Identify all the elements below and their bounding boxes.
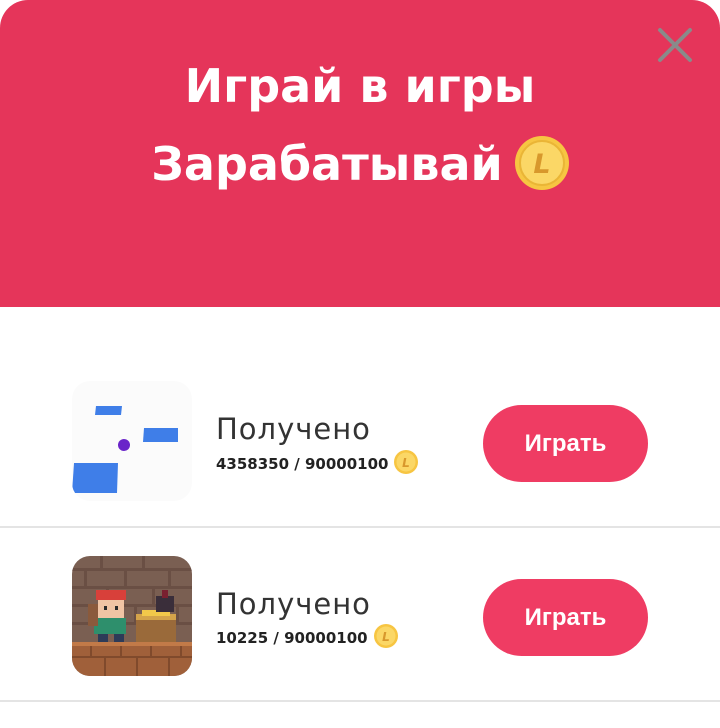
received-label: Получено [216,587,371,621]
progress-value: 10225 / 90000100 [216,629,368,647]
received-label: Получено [216,412,371,446]
blue-tiles-game-thumbnail[interactable] [72,381,192,501]
coin-l-icon: L [394,450,419,478]
modal-subtitle-text: Зарабатывай [151,137,503,191]
svg-text:L: L [403,456,411,470]
list-item: Получено 4358350 / 90000100 L Играть [0,373,720,547]
progress-text-row: 10225 / 90000100 L [216,624,398,652]
play-button[interactable]: Играть [483,405,648,482]
earn-modal: Играй в игры Зарабатывай L Получено 4358… [0,0,720,728]
play-button[interactable]: Играть [483,579,648,656]
pixel-dungeon-game-thumbnail[interactable] [72,556,192,676]
modal-title: Играй в игры [184,59,536,113]
svg-text:L: L [533,149,550,180]
coin-l-icon: L [514,136,569,202]
list-item: Получено 10225 / 90000100 L Играть [0,547,720,721]
modal-header: Играй в игры Зарабатывай L [0,0,720,307]
svg-text:L: L [382,630,390,644]
row-divider [0,700,720,702]
progress-text-row: 4358350 / 90000100 L [216,450,419,478]
progress-value: 4358350 / 90000100 [216,455,389,473]
row-divider [0,526,720,528]
modal-subtitle: Зарабатывай L [0,136,720,202]
coin-l-icon: L [373,624,398,652]
